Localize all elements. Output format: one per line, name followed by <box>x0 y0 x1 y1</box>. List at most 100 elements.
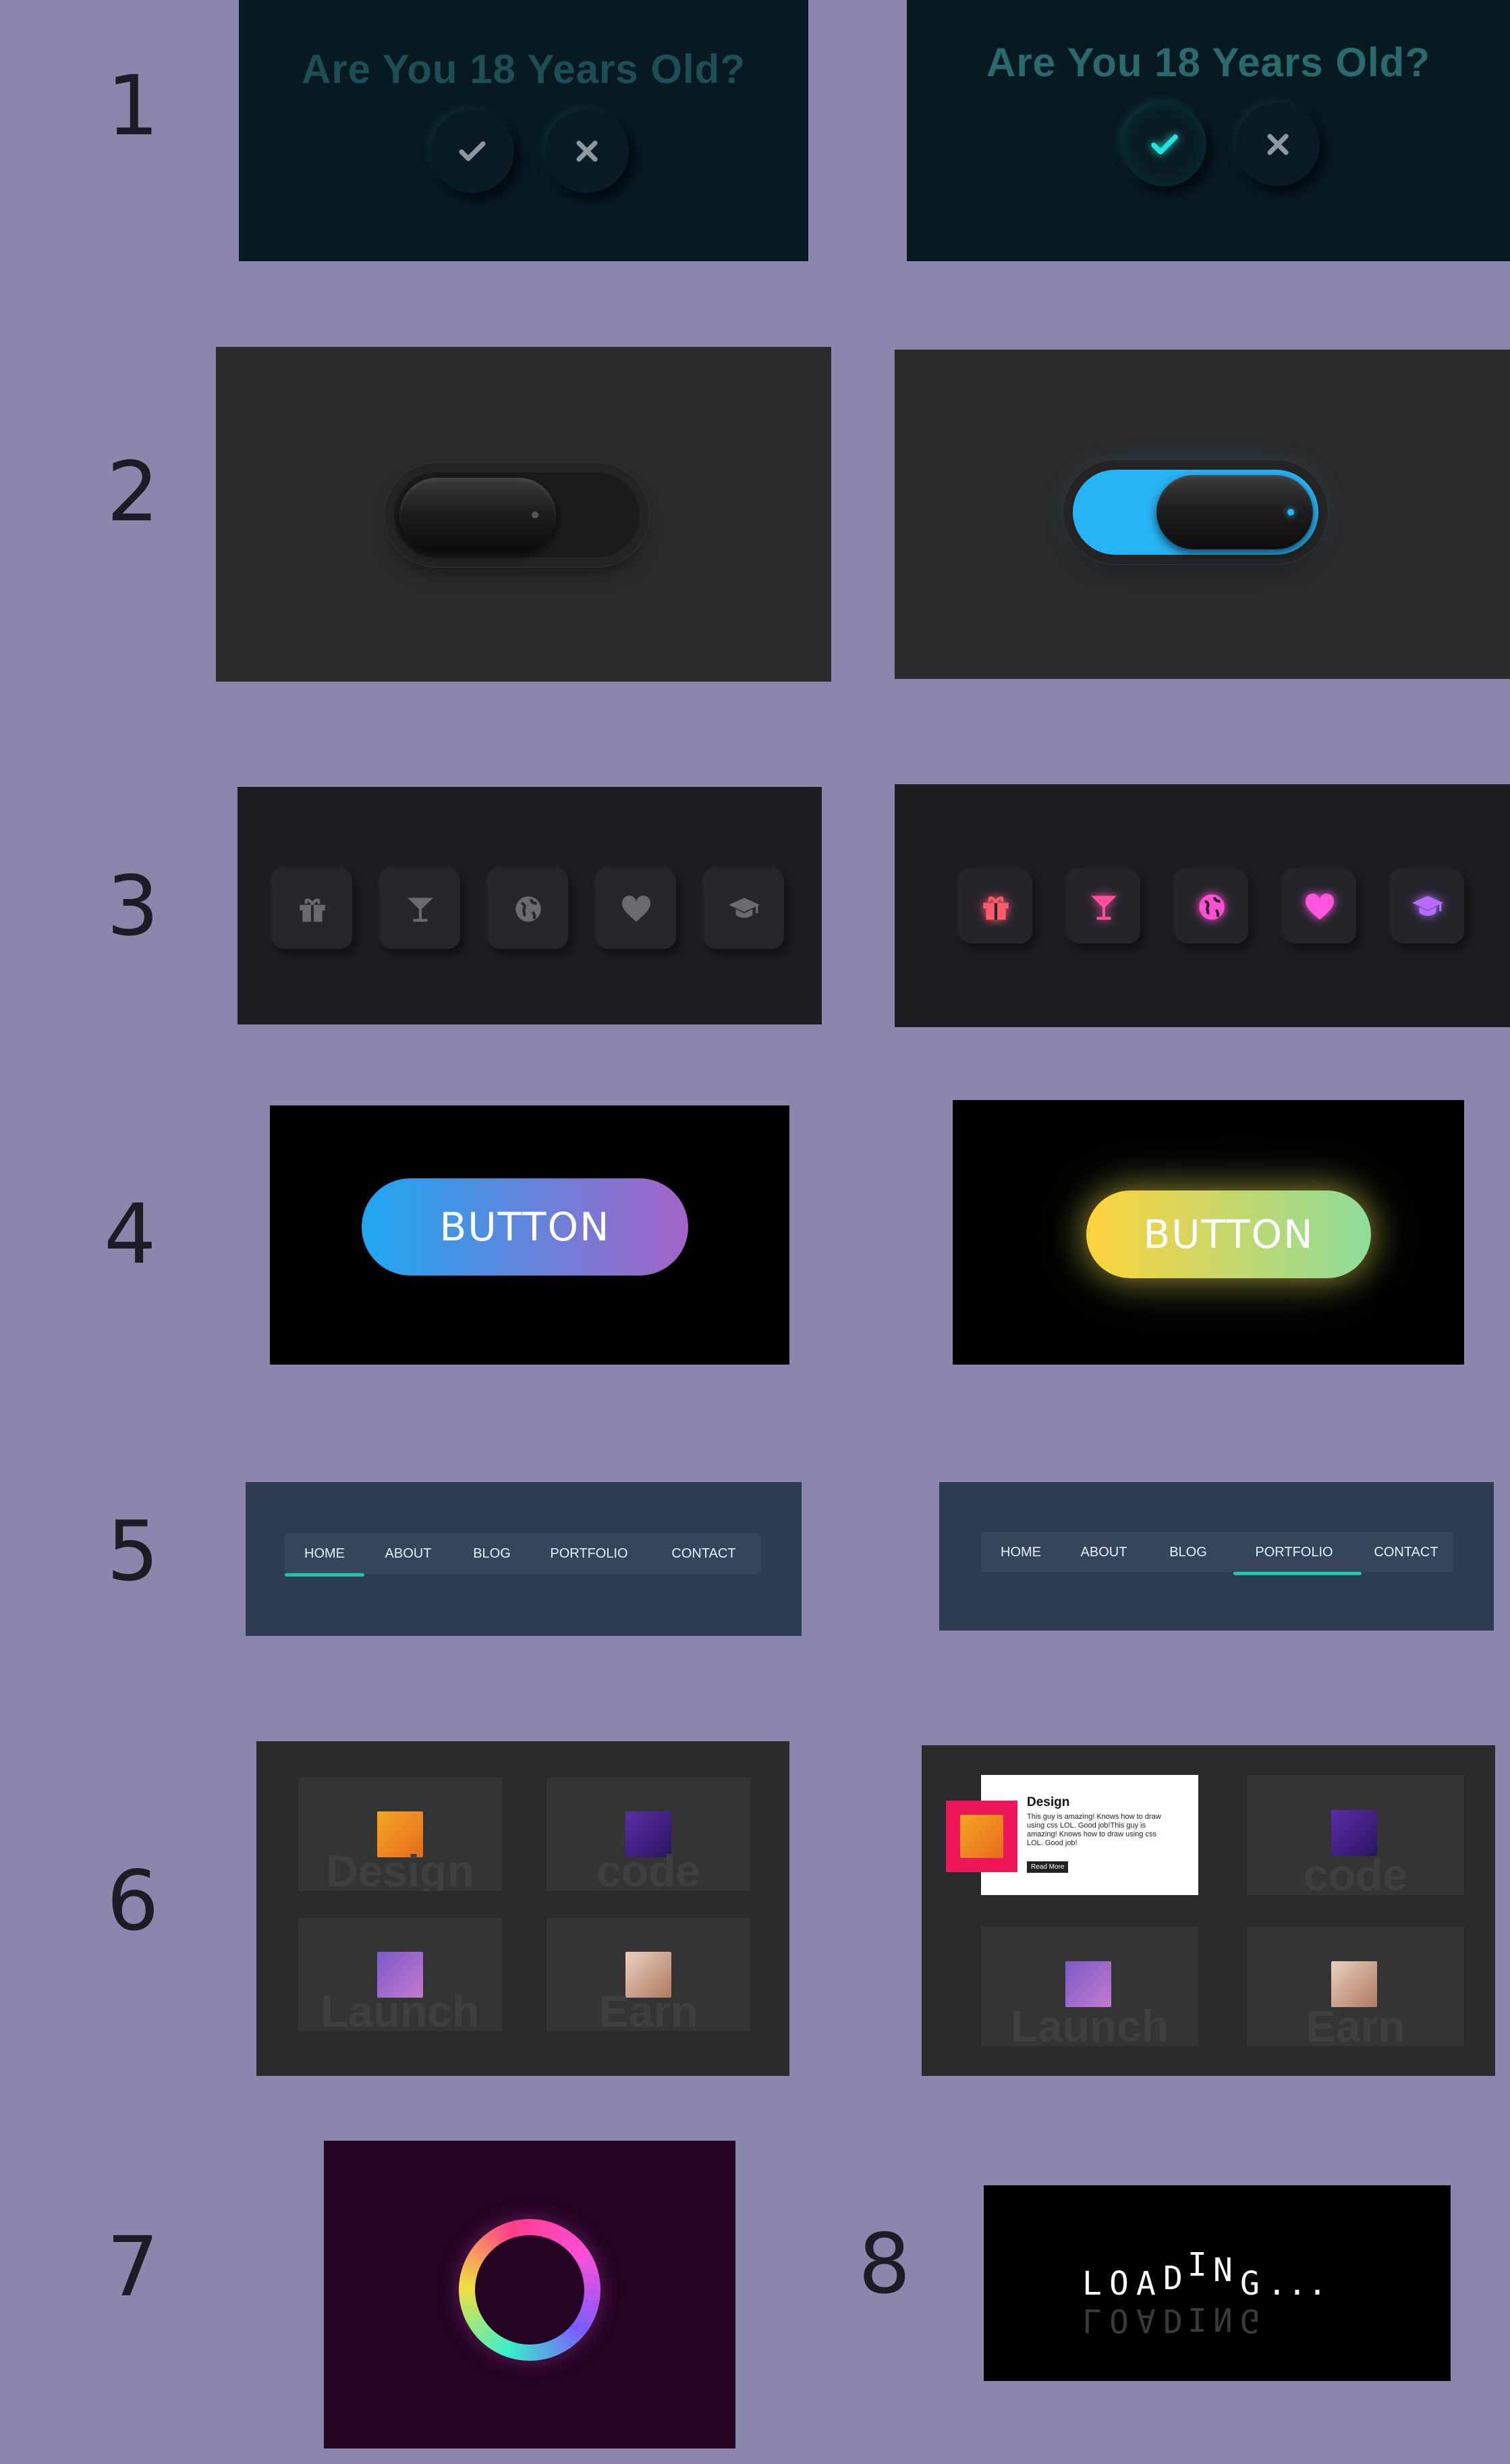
nav-panel-home: HOME ABOUT BLOG PORTFOLIO CONTACT <box>246 1482 802 1636</box>
row-number-1: 1 <box>107 58 159 154</box>
age-prompt-panel-active: Are You 18 Years Old? <box>907 0 1510 261</box>
gift-button[interactable] <box>959 871 1032 943</box>
heart-button[interactable] <box>1283 871 1356 943</box>
x-icon <box>576 140 598 162</box>
globe-icon <box>1199 894 1225 920</box>
loading-reflection: A <box>1136 2301 1156 2339</box>
card-design[interactable]: Design <box>298 1778 502 1891</box>
toggle-knob <box>1156 475 1313 549</box>
nav-active-indicator <box>285 1573 364 1577</box>
gradient-button-panel-hover: BUTTON <box>953 1100 1464 1365</box>
toggle-knob <box>399 478 556 552</box>
card-earn[interactable]: Earn <box>547 1918 750 2031</box>
gradient-button-hover[interactable]: BUTTON <box>1086 1190 1371 1278</box>
cocktail-button[interactable] <box>381 869 460 949</box>
heart-icon <box>1306 894 1334 920</box>
card-launch[interactable]: Launch <box>298 1918 502 2031</box>
nav-portfolio[interactable]: PORTFOLIO <box>1229 1532 1359 1572</box>
card-title: code <box>596 1846 701 1891</box>
x-icon <box>1267 134 1289 155</box>
nav-bar: HOME ABOUT BLOG PORTFOLIO CONTACT <box>981 1532 1453 1575</box>
loading-letter: O <box>1109 2265 1129 2303</box>
globe-button[interactable] <box>488 869 568 949</box>
row-number-2: 2 <box>107 444 159 540</box>
nav-blog[interactable]: BLOG <box>1147 1532 1229 1572</box>
popup-line-3: amazing! Knows how to draw using css <box>1027 1830 1156 1838</box>
row-number-6: 6 <box>107 1853 159 1949</box>
row-number-7: 7 <box>107 2219 159 2315</box>
card-title: Launch <box>320 1986 480 2031</box>
icon-bar-glow <box>895 784 1510 1027</box>
loading-letter: L <box>1082 2265 1102 2303</box>
yes-button-active[interactable] <box>1123 103 1206 186</box>
card-earn[interactable]: Earn <box>1247 1926 1464 2046</box>
nav-about[interactable]: ABOUT <box>1061 1532 1147 1572</box>
popup-line-2: using css LOL. Good job!This guy is <box>1027 1822 1146 1830</box>
nav-contact[interactable]: CONTACT <box>646 1533 761 1574</box>
graduation-cap-icon <box>1412 896 1443 916</box>
cocktail-button[interactable] <box>1067 871 1140 943</box>
nav-active-indicator <box>1233 1572 1362 1575</box>
popup-accent-square <box>946 1801 1017 1872</box>
check-icon <box>1151 134 1178 155</box>
cocktail-icon <box>1091 896 1117 920</box>
age-prompt-panel-default: Are You 18 Years Old? <box>239 0 808 261</box>
read-more-button[interactable]: Read More <box>1027 1861 1069 1873</box>
loading-letter: . <box>1267 2265 1287 2303</box>
nav-panel-portfolio: HOME ABOUT BLOG PORTFOLIO CONTACT <box>939 1482 1494 1631</box>
loading-letter: . <box>1287 2265 1307 2303</box>
loading-text-panel: L O A D I N G . . . L O A D I N G <box>984 2185 1451 2381</box>
loading-reflection: O <box>1109 2301 1129 2339</box>
age-question: Are You 18 Years Old? <box>986 40 1430 85</box>
loading-reflection: I <box>1187 2300 1207 2338</box>
gift-button[interactable] <box>273 869 352 949</box>
toggle-switch-on[interactable] <box>1073 470 1318 555</box>
card-thumbnail <box>960 1815 1003 1858</box>
card-code[interactable]: code <box>1247 1775 1464 1895</box>
toggle-led <box>532 512 538 518</box>
toggle-switch-off[interactable] <box>394 472 640 557</box>
loading-reflection: L <box>1082 2301 1102 2339</box>
toggle-led <box>1287 509 1294 516</box>
card-title: Launch <box>1010 2001 1169 2046</box>
popup-line-1: This guy is amazing! Knows how to draw <box>1027 1813 1161 1821</box>
nav-portfolio[interactable]: PORTFOLIO <box>532 1533 646 1574</box>
yes-button[interactable] <box>430 109 514 193</box>
card-launch[interactable]: Launch <box>981 1926 1198 2046</box>
heart-button[interactable] <box>596 869 676 949</box>
popup-title: Design <box>1027 1795 1070 1809</box>
card-title: code <box>1303 1850 1408 1895</box>
nav-about[interactable]: ABOUT <box>364 1533 452 1574</box>
ring-loader <box>459 2219 600 2361</box>
graduation-cap-icon <box>729 898 760 919</box>
row-number-4: 4 <box>104 1186 157 1282</box>
no-button[interactable] <box>545 109 629 193</box>
no-button[interactable] <box>1236 103 1320 186</box>
nav-bar: HOME ABOUT BLOG PORTFOLIO CONTACT <box>285 1533 761 1577</box>
nav-home[interactable]: HOME <box>981 1532 1061 1572</box>
gradient-button[interactable]: BUTTON <box>362 1178 688 1276</box>
graduation-button[interactable] <box>1391 871 1464 943</box>
loading-letter: D <box>1163 2260 1183 2297</box>
row-number-5: 5 <box>107 1504 159 1599</box>
heart-icon <box>622 896 650 922</box>
cards-panel-expanded: Design This guy is amazing! Knows how to… <box>922 1745 1495 2076</box>
loading-letter: N <box>1213 2251 1233 2289</box>
loading-letter: A <box>1136 2265 1156 2303</box>
nav-contact[interactable]: CONTACT <box>1359 1532 1453 1572</box>
icon-bar-default <box>237 787 822 1024</box>
toggle-panel-on <box>895 350 1510 679</box>
cards-panel-default: Design code Launch Earn <box>256 1741 789 2076</box>
graduation-button[interactable] <box>704 869 784 949</box>
loading-letter: I <box>1187 2246 1207 2284</box>
nav-home[interactable]: HOME <box>285 1533 364 1574</box>
card-code[interactable]: code <box>547 1778 750 1891</box>
card-title: Earn <box>1306 2001 1405 2046</box>
globe-button[interactable] <box>1175 871 1248 943</box>
check-icon <box>459 141 486 161</box>
loading-reflection: D <box>1163 2301 1183 2339</box>
gift-icon <box>983 896 1009 920</box>
popup-line-4: LOL. Good job! <box>1027 1839 1078 1847</box>
row-number-8: 8 <box>858 2216 911 2312</box>
nav-blog[interactable]: BLOG <box>452 1533 532 1574</box>
